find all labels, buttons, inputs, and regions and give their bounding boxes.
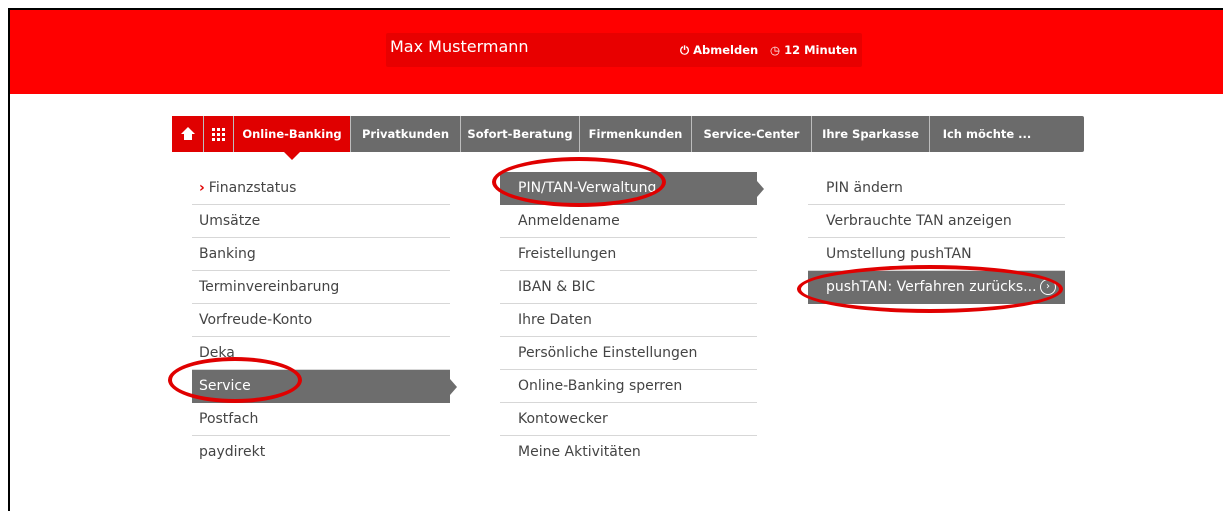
session-timer-label: 12 Minuten [784, 43, 858, 57]
menu-item-vorfreude-konto[interactable]: Vorfreude-Konto [192, 304, 450, 337]
clock-icon: ◷ [770, 43, 781, 57]
annotation-circle-pin-tan [492, 157, 666, 207]
nav-grid[interactable] [204, 116, 234, 152]
menu-item-banking[interactable]: Banking [192, 238, 450, 271]
menu-item-umsaetze[interactable]: Umsätze [192, 205, 450, 238]
nav-firmenkunden[interactable]: Firmenkunden [580, 116, 692, 152]
menu-item-pin-aendern[interactable]: PIN ändern [808, 172, 1065, 205]
menu-item-kontowecker[interactable]: Kontowecker [500, 403, 757, 436]
annotation-circle-pushtan [797, 265, 1063, 313]
annotation-circle-service [168, 357, 302, 403]
nav-privatkunden[interactable]: Privatkunden [351, 116, 461, 152]
menu-item-freistellungen[interactable]: Freistellungen [500, 238, 757, 271]
home-icon [180, 127, 195, 140]
user-name: Max Mustermann [390, 37, 529, 56]
menu-item-ihre-daten[interactable]: Ihre Daten [500, 304, 757, 337]
nav-home[interactable] [172, 116, 204, 152]
menu-level2: PIN/TAN-Verwaltung Anmeldename Freistell… [500, 172, 764, 469]
menu-item-iban-bic[interactable]: IBAN & BIC [500, 271, 757, 304]
nav-ich-moechte[interactable]: Ich möchte ... [930, 116, 1044, 152]
grid-icon [212, 128, 225, 141]
menu-item-terminvereinbarung[interactable]: Terminvereinbarung [192, 271, 450, 304]
main-navigation: Online-Banking Privatkunden Sofort-Berat… [172, 116, 1084, 152]
menu-item-meine-aktivitaeten[interactable]: Meine Aktivitäten [500, 436, 757, 469]
chevron-right-icon: › [199, 180, 205, 196]
menu-item-online-banking-sperren[interactable]: Online-Banking sperren [500, 370, 757, 403]
nav-online-banking[interactable]: Online-Banking [234, 116, 351, 152]
session-timer: ◷ 12 Minuten [770, 43, 857, 57]
menu-item-postfach[interactable]: Postfach [192, 403, 450, 436]
logout-button[interactable]: ⏻ Abmelden [680, 43, 758, 58]
menu-level1: › Finanzstatus Umsätze Banking Terminvere… [192, 172, 457, 469]
power-icon: ⏻ [680, 43, 690, 57]
menu-item-finanzstatus[interactable]: › Finanzstatus [192, 172, 450, 205]
menu-item-verbrauchte-tan[interactable]: Verbrauchte TAN anzeigen [808, 205, 1065, 238]
menu-item-label: Finanzstatus [208, 180, 297, 196]
nav-ihre-sparkasse[interactable]: Ihre Sparkasse [812, 116, 930, 152]
nav-service-center[interactable]: Service-Center [692, 116, 812, 152]
nav-sofort-beratung[interactable]: Sofort-Beratung [461, 116, 580, 152]
menu-item-anmeldename[interactable]: Anmeldename [500, 205, 757, 238]
menu-item-persoenliche-einstellungen[interactable]: Persönliche Einstellungen [500, 337, 757, 370]
menu-item-paydirekt[interactable]: paydirekt [192, 436, 450, 469]
logout-label: Abmelden [693, 43, 759, 57]
